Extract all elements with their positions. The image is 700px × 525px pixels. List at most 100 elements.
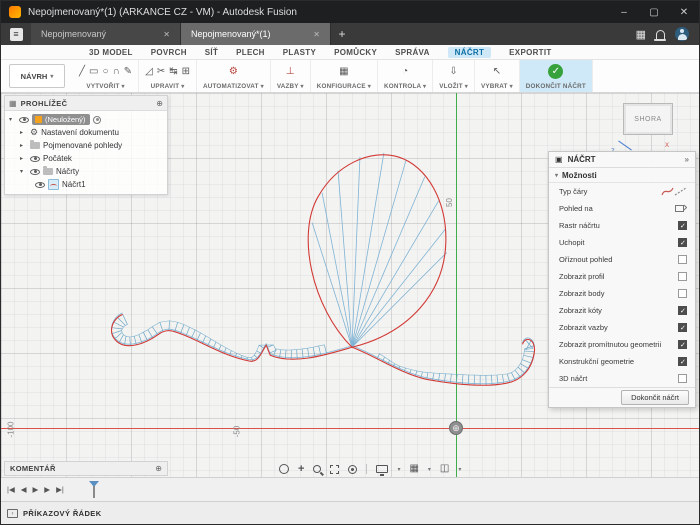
group-label-automate[interactable]: AUTOMATIZOVAT ▾ [203,83,264,90]
ribbon-tab-plech[interactable]: PLECH [236,48,265,57]
show-points-checkbox[interactable] [678,289,687,298]
notifications-bell-icon[interactable] [656,30,665,39]
timeline-skip-end-button[interactable]: ▶| [56,485,64,494]
expand-arrow-icon[interactable]: ▸ [20,142,27,149]
expand-arrow-icon[interactable]: ▾ [9,116,16,123]
spline-tool-icon[interactable]: ✎ [124,66,132,77]
comment-options-icon[interactable]: ⊕ [155,464,162,473]
file-menu-button[interactable]: ≡ [1,23,31,45]
user-avatar[interactable] [675,27,689,41]
snap-checkbox[interactable] [678,238,687,247]
activate-radio-icon[interactable] [93,116,101,124]
finish-sketch-button[interactable]: ✓ DOKONČIT NÁČRT [520,60,593,92]
group-label-constraints[interactable]: VAZBY ▾ [277,83,304,90]
base-spline[interactable] [112,314,535,385]
expand-arrow-icon[interactable]: ▸ [20,129,27,136]
visibility-eye-icon[interactable] [19,117,29,123]
group-label-insert[interactable]: VLOŽIT ▾ [439,83,468,90]
timeline-position-marker[interactable] [89,481,99,498]
circle-tool-icon[interactable]: ○ [102,66,108,77]
move-tool-icon[interactable]: ↹ [169,66,177,77]
ribbon-tab-povrch[interactable]: POVRCH [151,48,187,57]
maximize-button[interactable]: ▢ [639,1,669,23]
palette-header[interactable]: ▣ NÁČRT » [549,152,695,168]
visibility-eye-icon[interactable] [30,156,40,162]
line-tool-icon[interactable]: ╱ [79,66,85,77]
viewports-icon[interactable]: ◫ [440,464,449,474]
tab-close-icon[interactable]: ✕ [163,30,170,39]
origin-point-badge[interactable]: ⊕ [449,421,463,435]
minimize-button[interactable]: – [609,1,639,23]
trim-tool-icon[interactable]: ✂ [157,66,165,77]
palette-collapse-icon[interactable]: » [685,155,689,164]
ribbon-tab-exportit[interactable]: EXPORTIT [509,48,551,57]
ribbon-tab-sprava[interactable]: SPRÁVA [395,48,430,57]
show-profile-checkbox[interactable] [678,272,687,281]
comment-bar[interactable]: KOMENTÁŘ ⊕ [4,461,168,476]
document-root-item[interactable]: (Neuložený) [32,114,90,125]
browser-header[interactable]: ▦ PROHLÍŽEČ ⊕ [5,96,167,111]
constraints-tool-icon[interactable]: ⊥ [286,66,295,77]
ribbon-tab-sit[interactable]: SÍŤ [205,48,218,57]
inspect-tool-icon[interactable]: ◔ [402,66,408,77]
expand-arrow-icon[interactable]: ▾ [20,168,27,175]
fillet-tool-icon[interactable]: ◿ [145,66,153,77]
tree-item-document-settings[interactable]: ▸ ⚙ Nastavení dokumentu [5,126,167,139]
command-line-label[interactable]: PŘÍKAZOVÝ ŘÁDEK [23,509,102,518]
close-button[interactable]: ✕ [669,1,699,23]
visibility-eye-icon[interactable] [30,169,40,175]
workspace-selector-button[interactable]: NÁVRH ▾ [9,64,65,88]
zoom-icon[interactable] [313,465,321,473]
ribbon-tab-3d-model[interactable]: 3D MODEL [89,48,133,57]
browser-options-icon[interactable]: ⊕ [156,99,163,108]
tree-item-origin[interactable]: ▸ Počátek [5,152,167,165]
pan-icon[interactable]: + [298,464,304,474]
offset-tool-icon[interactable]: ⊞ [182,66,190,77]
group-label-select[interactable]: VYBRAT ▾ [481,83,513,90]
look-at-icon[interactable] [348,465,357,474]
orbit-icon[interactable] [279,464,289,474]
3d-sketch-checkbox[interactable] [678,374,687,383]
visibility-eye-icon[interactable] [35,182,45,188]
show-projected-checkbox[interactable] [678,340,687,349]
grid-settings-icon[interactable]: ▦ [409,464,418,474]
group-label-modify[interactable]: UPRAVIT ▾ [145,83,190,90]
sketch-grid-checkbox[interactable] [678,221,687,230]
timeline-step-back-button[interactable]: ◀ [21,485,27,494]
ribbon-tab-nacrt-active[interactable]: NÁČRT [448,47,492,58]
group-label-create[interactable]: VYTVOŘIT ▾ [79,83,132,90]
tree-item-named-views[interactable]: ▸ Pojmenované pohledy [5,139,167,152]
show-constraints-checkbox[interactable] [678,323,687,332]
group-label-inspect[interactable]: KONTROLA ▾ [384,83,426,90]
job-status-icon[interactable]: ▦ [636,28,646,41]
fit-icon[interactable] [330,465,339,474]
look-at-icon[interactable] [674,203,687,214]
rectangle-tool-icon[interactable]: ▭ [89,66,98,77]
viewcube[interactable]: SHORA [623,103,673,135]
construction-geometry-checkbox[interactable] [678,357,687,366]
petal-outline[interactable] [308,155,446,347]
document-tab-2-active[interactable]: Nepojmenovaný*(1) ✕ [181,23,331,45]
timeline-step-forward-button[interactable]: ▶ [44,485,50,494]
palette-section-options[interactable]: ▾ Možnosti [549,168,695,183]
select-tool-icon[interactable]: ↖ [493,66,501,77]
finish-sketch-palette-button[interactable]: Dokončit náčrt [621,390,689,405]
display-settings-icon[interactable] [376,465,388,473]
document-tab-1[interactable]: Nepojmenovaný ✕ [31,23,181,45]
slice-checkbox[interactable] [678,255,687,264]
construction-linetype-icon[interactable] [674,186,687,197]
new-tab-button[interactable]: + [331,23,353,45]
configure-tool-icon[interactable]: ▦ [339,66,348,77]
chevron-down-icon[interactable]: ▾ [458,466,461,473]
tab-close-icon[interactable]: ✕ [313,30,320,39]
timeline-play-button[interactable]: ▶ [33,485,39,494]
automate-tool-icon[interactable]: ⚙ [229,66,238,77]
ribbon-tab-pomucky[interactable]: POMŮCKY [334,48,377,57]
spline-linetype-icon[interactable] [661,186,674,197]
chevron-down-icon[interactable]: ▾ [428,466,431,473]
insert-tool-icon[interactable]: ⇩ [449,66,457,77]
chevron-down-icon[interactable]: ▾ [397,466,400,473]
show-dimensions-checkbox[interactable] [678,306,687,315]
tree-item-sketch1[interactable]: Náčrt1 [5,178,167,191]
arc-tool-icon[interactable]: ∩ [113,66,120,77]
